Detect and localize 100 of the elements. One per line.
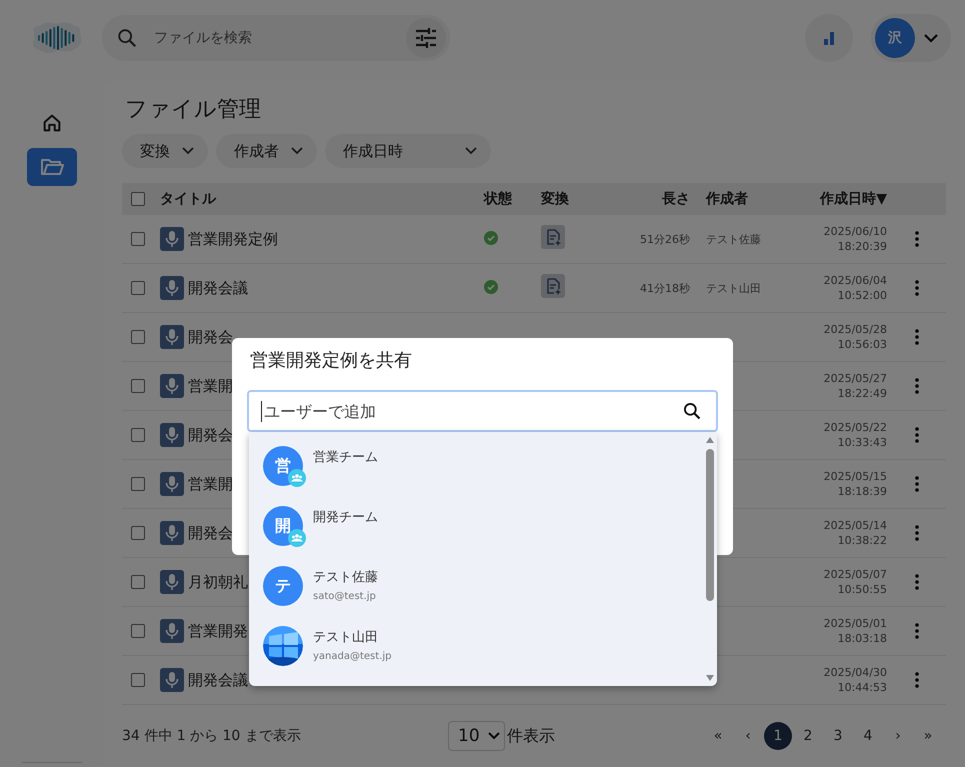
- row-checkbox[interactable]: [131, 232, 145, 246]
- row-checkbox[interactable]: [131, 624, 145, 638]
- avatar: テ: [263, 566, 303, 606]
- user-search-field[interactable]: ユーザーで追加: [247, 390, 718, 432]
- user-avatar: 沢: [875, 18, 915, 58]
- kebab-icon: [914, 476, 918, 492]
- page-size-label: 件表示: [507, 726, 555, 746]
- microphone-icon: [160, 374, 184, 398]
- date-text: 2025/05/27: [824, 372, 887, 385]
- date-text: 2025/05/07: [824, 568, 887, 581]
- suggestion-item[interactable]: 開 開発チーム: [249, 506, 703, 566]
- date-text: 2025/05/01: [824, 617, 887, 630]
- search-bar[interactable]: ファイルを検索: [102, 15, 450, 61]
- kebab-icon: [914, 280, 918, 296]
- kebab-icon: [914, 378, 918, 394]
- filter-dropdown[interactable]: 作成日時: [325, 134, 491, 168]
- page-link[interactable]: 2: [794, 722, 822, 750]
- row-checkbox[interactable]: [131, 673, 145, 687]
- results-summary: 34 件中 1 から 10 まで表示: [122, 727, 302, 745]
- suggestion-item[interactable]: 営 営業チーム: [249, 446, 703, 506]
- row-checkbox[interactable]: [131, 330, 145, 344]
- page-link[interactable]: 3: [824, 722, 852, 750]
- row-checkbox[interactable]: [131, 428, 145, 442]
- file-title[interactable]: 月初朝礼: [188, 572, 248, 592]
- file-title[interactable]: 営業開: [188, 474, 233, 494]
- row-checkbox[interactable]: [131, 575, 145, 589]
- time-text: 10:50:55: [838, 583, 887, 596]
- caret-icon: [488, 732, 500, 740]
- filter-dropdown[interactable]: 変換: [122, 134, 208, 168]
- kebab-icon: [914, 525, 918, 541]
- files-nav-button[interactable]: [26, 148, 76, 186]
- page-link[interactable]: ›: [884, 722, 912, 750]
- time-text: 18:03:18: [838, 632, 887, 645]
- file-title[interactable]: 開発会議: [188, 670, 248, 690]
- author-name: テスト山田: [706, 282, 761, 294]
- caret-icon: [182, 147, 194, 155]
- page-size-select[interactable]: 10: [448, 721, 505, 751]
- file-title[interactable]: 開発会: [188, 328, 233, 346]
- time-text: 18:18:39: [838, 485, 887, 498]
- search-icon: [116, 27, 138, 49]
- kebab-icon: [914, 427, 918, 443]
- time-text: 10:44:53: [838, 681, 887, 694]
- document-icon[interactable]: [541, 225, 565, 249]
- file-title[interactable]: 営業開: [188, 376, 233, 396]
- row-checkbox[interactable]: [131, 379, 145, 393]
- filter-dropdown[interactable]: 作成者: [216, 134, 317, 168]
- suggestion-item[interactable]: テ テスト佐藤 sato@test.jp: [249, 566, 703, 626]
- kebab-icon: [914, 329, 918, 345]
- select-all-checkbox[interactable]: [131, 192, 145, 206]
- microphone-icon: [160, 325, 184, 349]
- stats-button[interactable]: [805, 14, 853, 62]
- duration-text: 51分26秒: [640, 232, 690, 246]
- microphone-icon: [160, 570, 184, 594]
- microphone-icon: [160, 423, 184, 447]
- page-link[interactable]: 1: [764, 722, 792, 750]
- column-header[interactable]: 状態: [484, 191, 512, 207]
- page-link[interactable]: »: [914, 722, 942, 750]
- row-checkbox[interactable]: [131, 281, 145, 295]
- time-text: 10:56:03: [838, 338, 887, 351]
- column-header[interactable]: 変換: [541, 191, 569, 207]
- page-link[interactable]: «: [704, 722, 732, 750]
- microphone-icon: [160, 668, 184, 692]
- user-menu-button[interactable]: 沢: [871, 14, 951, 62]
- page-title: ファイル管理: [125, 96, 262, 124]
- row-checkbox[interactable]: [131, 477, 145, 491]
- column-header[interactable]: 作成者: [706, 191, 748, 207]
- author-name: テスト佐藤: [706, 232, 761, 246]
- document-icon[interactable]: [541, 274, 565, 298]
- home-icon: [40, 112, 62, 134]
- date-text: 2025/05/15: [824, 470, 887, 483]
- date-text: 2025/04/30: [824, 666, 887, 679]
- microphone-icon: [160, 227, 184, 251]
- row-checkbox[interactable]: [131, 526, 145, 540]
- file-title[interactable]: 開発会議: [188, 278, 248, 298]
- sliders-icon: [415, 28, 437, 48]
- column-header[interactable]: 作成日時▼: [820, 191, 887, 207]
- page-link[interactable]: ‹: [734, 722, 762, 750]
- column-header[interactable]: タイトル: [160, 191, 216, 207]
- file-title[interactable]: 開発会: [188, 426, 233, 444]
- column-header[interactable]: 長さ: [662, 191, 690, 207]
- caret-icon: [291, 147, 303, 155]
- suggestion-name: 開発チーム: [313, 509, 378, 526]
- file-title[interactable]: 営業開発: [188, 622, 248, 640]
- suggestion-item[interactable]: テスト山田 yanada@test.jp: [249, 626, 703, 686]
- date-text: 2025/05/22: [824, 421, 887, 434]
- group-icon: [288, 529, 306, 547]
- time-text: 10:52:00: [838, 289, 887, 302]
- search-input[interactable]: ファイルを検索: [152, 29, 392, 47]
- page-link[interactable]: 4: [854, 722, 882, 750]
- caret-icon: [923, 33, 939, 43]
- microphone-icon: [160, 521, 184, 545]
- caret-icon: [465, 147, 477, 155]
- file-title[interactable]: 営業開発定例: [188, 230, 278, 248]
- file-title[interactable]: 開発会: [188, 524, 233, 542]
- time-text: 18:22:49: [838, 387, 887, 400]
- folder-icon: [40, 157, 64, 177]
- kebab-icon: [914, 574, 918, 590]
- suggestion-name: テスト山田: [313, 629, 379, 646]
- microphone-icon: [160, 472, 184, 496]
- filter-settings-button[interactable]: [406, 18, 446, 58]
